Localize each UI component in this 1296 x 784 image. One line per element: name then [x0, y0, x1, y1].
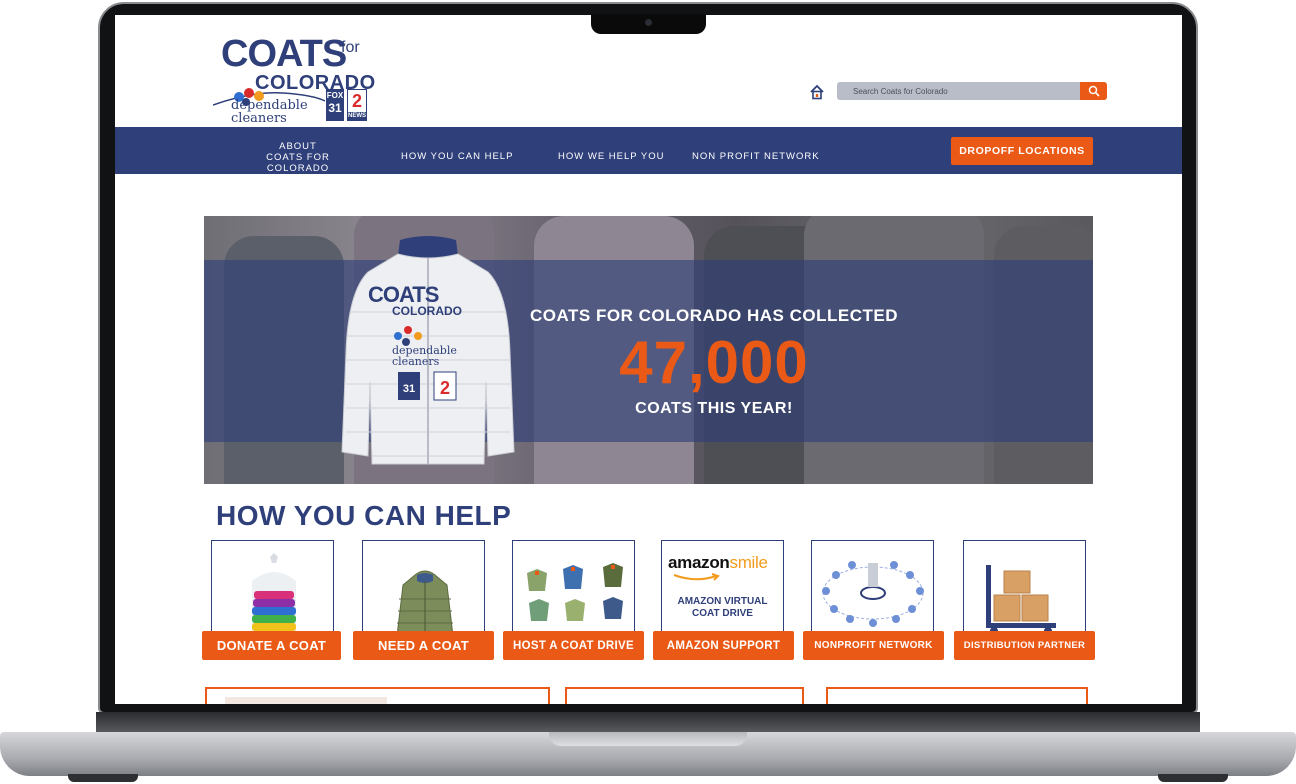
search-input[interactable]	[837, 82, 1080, 100]
amazon-virtual-coat-drive: AMAZON VIRTUAL COAT DRIVE	[662, 596, 783, 620]
fox31-logo: FOX 31	[326, 89, 344, 121]
search-icon	[1088, 85, 1100, 97]
site-logo[interactable]: COATS for COLORADO dependable cleaners F…	[213, 31, 393, 126]
main-nav: ABOUT COATS FOR COLORADO HOW YOU CAN HEL…	[115, 127, 1182, 174]
nav-about[interactable]: ABOUT COATS FOR COLORADO	[235, 141, 361, 174]
need-a-coat-button[interactable]: NEED A COAT	[353, 631, 494, 660]
fox-number: 31	[328, 101, 342, 115]
host-drive-card[interactable]	[512, 540, 635, 635]
camera-notch	[591, 14, 706, 34]
logo-coats-text: COATS	[221, 33, 347, 75]
news-text: NEWS	[348, 112, 366, 121]
amazon-smile-arrow-icon	[673, 573, 720, 581]
laptop-thumb-notch	[549, 732, 747, 746]
laptop-foot	[1158, 774, 1228, 782]
network-people-icon	[822, 561, 924, 627]
folded-clothes-icon	[252, 553, 296, 634]
channel2-logo: 2 NEWS	[347, 89, 367, 121]
search-bar	[837, 82, 1107, 100]
bottom-content-box	[565, 687, 804, 704]
distribution-partner-button[interactable]: DISTRIBUTION PARTNER	[954, 631, 1095, 660]
logo-dependable-cleaners: dependable cleaners	[231, 99, 308, 125]
hero-banner: 2 31 COATS COLORADO dependable cleaners …	[204, 216, 1093, 484]
puffer-jacket-icon	[396, 570, 454, 634]
hero-coat-count: 47,000	[619, 329, 809, 396]
jacket-image: 2 31 COATS COLORADO dependable cleaners	[338, 232, 518, 472]
smile-word: smile	[729, 553, 768, 572]
nav-how-you-can-help[interactable]: HOW YOU CAN HELP	[401, 151, 513, 162]
coats-grid-icon	[527, 563, 623, 621]
nav-about-line1: ABOUT	[279, 141, 317, 152]
bottom-content-box	[205, 687, 550, 704]
amazon-word: amazon	[668, 553, 730, 572]
donate-card[interactable]	[211, 540, 334, 635]
donate-a-coat-button[interactable]: DONATE A COAT	[202, 631, 341, 660]
distribution-card[interactable]	[963, 540, 1086, 635]
laptop-hinge	[96, 712, 1200, 734]
browser-screen: COATS for COLORADO dependable cleaners F…	[115, 15, 1182, 704]
svg-text:2: 2	[440, 378, 450, 398]
logo-for-text: for	[341, 39, 360, 56]
bottom-content-box	[826, 687, 1088, 704]
svg-text:31: 31	[403, 383, 415, 395]
nav-about-line2: COATS FOR COLORADO	[266, 152, 330, 174]
dropoff-locations-button[interactable]: DROPOFF LOCATIONS	[951, 137, 1093, 165]
host-a-coat-drive-button[interactable]: HOST A COAT DRIVE	[503, 631, 644, 660]
amazon-sub-line1: AMAZON VIRTUAL	[677, 596, 768, 607]
hand-truck-boxes-icon	[986, 565, 1056, 634]
laptop-base	[0, 712, 1296, 784]
hero-headline: COATS FOR COLORADO HAS COLLECTED	[530, 306, 898, 325]
hero-subline: COATS THIS YEAR!	[635, 400, 793, 417]
amazon-sub-line2: COAT DRIVE	[692, 608, 753, 619]
nav-how-we-help-you[interactable]: HOW WE HELP YOU	[558, 151, 665, 162]
nonprofit-network-button[interactable]: NONPROFIT NETWORK	[803, 631, 944, 660]
fox-text: FOX	[326, 91, 344, 100]
home-icon[interactable]	[809, 84, 825, 100]
nav-non-profit-network[interactable]: NON PROFIT NETWORK	[692, 151, 820, 162]
bottom-box-image	[225, 697, 387, 704]
how-you-can-help-title: HOW YOU CAN HELP	[216, 500, 512, 531]
search-button[interactable]	[1080, 82, 1107, 100]
laptop-foot	[68, 774, 138, 782]
amazon-smile-logo: amazonsmile	[668, 553, 768, 573]
camera-icon	[645, 19, 652, 26]
logo-cleaners-text: cleaners	[231, 111, 287, 126]
jacket-logo-colorado: COLORADO	[392, 304, 462, 318]
jacket-cleaners-text: cleaners	[392, 355, 440, 368]
need-card[interactable]	[362, 540, 485, 635]
jacket-logo-dependable: dependable cleaners	[392, 345, 457, 367]
channel-number: 2	[351, 91, 362, 111]
amazon-support-button[interactable]: AMAZON SUPPORT	[653, 631, 794, 660]
nonprofit-card[interactable]	[811, 540, 934, 635]
amazon-card[interactable]: amazonsmile AMAZON VIRTUAL COAT DRIVE	[661, 540, 784, 635]
